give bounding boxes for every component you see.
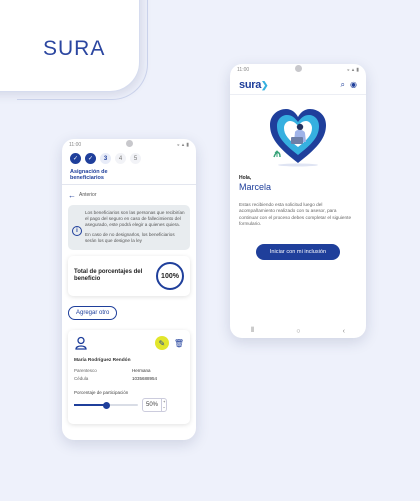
search-icon[interactable]: ⌕ xyxy=(341,80,345,90)
brand-title: SURA xyxy=(43,37,106,60)
back-nav-icon[interactable]: ‹ xyxy=(343,328,345,335)
hero-illustration xyxy=(230,105,366,169)
status-time: 11:00 xyxy=(237,67,250,73)
beneficiaries-phone: 11:00 ◒ ▴ ▮ ✓ ✓ 3 4 5 Asignación de bene… xyxy=(62,139,196,440)
signal-icon: ▴ xyxy=(351,67,355,73)
logo-text: sura xyxy=(239,79,262,91)
person-icon xyxy=(75,336,87,350)
step-2-done-icon: ✓ xyxy=(85,153,96,164)
camera-dot xyxy=(125,140,133,147)
brand-card: SURA xyxy=(0,0,148,100)
info-icon: i xyxy=(72,226,82,236)
welcome-description: Estas recibiendo esta solicitud luego de… xyxy=(239,202,352,227)
status-time: 11:00 xyxy=(69,142,82,148)
step-3: 3 xyxy=(100,153,111,164)
status-icons: ◒ ▴ ▮ xyxy=(177,142,189,148)
step-5: 5 xyxy=(130,153,141,164)
beneficiary-card: ✎ 🗑 María Rodríguez Rendón Parentesco He… xyxy=(68,330,190,424)
slider-fill xyxy=(74,404,106,406)
recent-apps-icon[interactable]: ⦀ xyxy=(251,327,254,335)
percent-stepper[interactable]: 50% + − xyxy=(142,398,168,412)
camera-dot xyxy=(294,65,302,72)
step-1-done-icon: ✓ xyxy=(70,153,81,164)
percent-slider[interactable] xyxy=(74,401,138,409)
info-box: i Los beneficiarios son las personas que… xyxy=(68,205,190,250)
back-link[interactable]: ← Anterior xyxy=(62,185,196,201)
status-bar: 11:00 ◒ ▴ ▮ xyxy=(62,139,196,151)
beneficiary-name: María Rodríguez Rendón xyxy=(74,358,131,363)
welcome-phone: 11:00 ◒ ▴ ▮ sura❯ ⌕ ◉ Hola, Marcela Esta… xyxy=(230,64,366,338)
percent-label: Porcentaje de participación xyxy=(74,390,129,395)
status-bar: 11:00 ◒ ▴ ▮ xyxy=(230,64,366,76)
edit-icon[interactable]: ✎ xyxy=(154,336,169,350)
decrement-icon[interactable]: − xyxy=(162,405,166,411)
add-beneficiary-button[interactable]: Agregar otro xyxy=(68,306,118,320)
user-account-icon[interactable]: ◉ xyxy=(350,80,357,90)
system-nav-bar: ⦀ ○ ‹ xyxy=(230,324,366,338)
stepper-progress: ✓ ✓ 3 4 5 xyxy=(62,151,196,166)
percent-value[interactable]: 50% xyxy=(143,399,161,411)
sura-logo: sura❯ xyxy=(239,79,269,91)
signal-icon: ▴ xyxy=(181,142,185,148)
relation-label: Parentesco xyxy=(74,368,97,373)
wifi-icon: ◒ xyxy=(346,67,350,73)
status-icons: ◒ ▴ ▮ xyxy=(347,67,359,73)
battery-icon: ▮ xyxy=(186,142,189,148)
trash-icon[interactable]: 🗑 xyxy=(174,339,184,348)
heart-illustration-icon xyxy=(270,109,326,167)
logo-swirl-icon: ❯ xyxy=(261,80,269,90)
total-percent-ring: 100% xyxy=(156,262,184,290)
info-text-2: En caso de no designarlos, los beneficia… xyxy=(85,232,175,243)
tab-beneficiaries[interactable]: Asignación de beneficiarios xyxy=(62,166,142,185)
slider-thumb[interactable] xyxy=(102,401,110,409)
relation-value: Hermana xyxy=(132,368,151,373)
arrow-left-icon: ← xyxy=(68,190,76,200)
app-bar: sura❯ ⌕ ◉ xyxy=(230,76,366,95)
greeting-label: Hola, xyxy=(239,175,252,181)
wifi-icon: ◒ xyxy=(176,142,180,148)
id-value: 1035688954 xyxy=(132,376,158,381)
step-4: 4 xyxy=(115,153,126,164)
back-label: Anterior xyxy=(79,192,97,198)
home-icon[interactable]: ○ xyxy=(296,328,300,335)
total-label: Total de porcentajes del beneficio xyxy=(74,268,143,283)
id-label: Cédula xyxy=(74,376,89,381)
total-card: Total de porcentajes del beneficio 100% xyxy=(68,256,190,296)
user-name: Marcela xyxy=(239,182,272,192)
start-inclusion-button[interactable]: Iniciar con mi inclusión xyxy=(256,243,340,260)
battery-icon: ▮ xyxy=(356,67,359,73)
info-text-1: Los beneficiarios son las personas que r… xyxy=(85,210,185,227)
